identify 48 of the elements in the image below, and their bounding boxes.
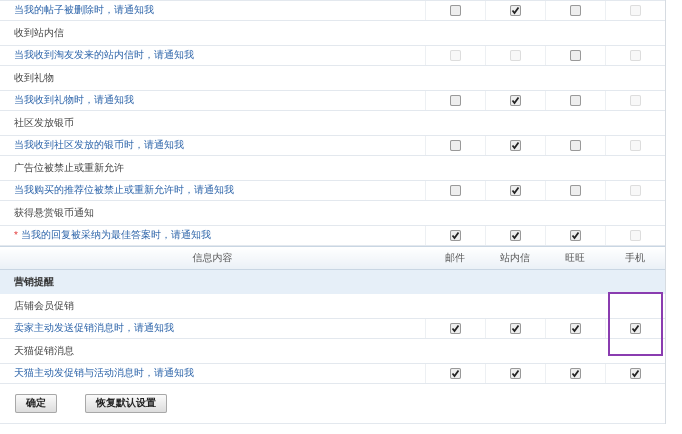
checkbox[interactable] bbox=[450, 185, 461, 196]
checkbox[interactable] bbox=[510, 5, 521, 16]
checkbox[interactable] bbox=[570, 368, 581, 379]
group-label: 收到礼物 bbox=[14, 72, 54, 86]
checkbox[interactable] bbox=[510, 95, 521, 106]
checkbox[interactable] bbox=[450, 5, 461, 16]
option-text: 当我收到社区发放的银币时，请通知我 bbox=[14, 138, 184, 153]
checkbox[interactable] bbox=[510, 140, 521, 151]
checkbox[interactable] bbox=[510, 323, 521, 334]
group-label: 获得悬赏银币通知 bbox=[14, 206, 94, 220]
group-label: 店铺会员促销 bbox=[14, 300, 74, 314]
checkbox[interactable] bbox=[570, 230, 581, 241]
group-label: 收到站内信 bbox=[14, 26, 64, 40]
form-button[interactable]: 确定 bbox=[15, 394, 57, 413]
section-title: 营销提醒 bbox=[14, 276, 54, 290]
option-text: 当我收到礼物时，请通知我 bbox=[14, 94, 134, 108]
checkbox[interactable] bbox=[570, 185, 581, 196]
checkbox[interactable] bbox=[450, 230, 461, 241]
checkbox[interactable] bbox=[570, 323, 581, 334]
option-text: 天猫主动发促销与活动消息时，请通知我 bbox=[14, 366, 194, 381]
option-text: 卖家主动发送促销消息时，请通知我 bbox=[14, 322, 174, 336]
checkbox[interactable] bbox=[510, 368, 521, 379]
option-text: 当我的回复被采纳为最佳答案时，请通知我 bbox=[20, 228, 211, 243]
checkbox[interactable] bbox=[450, 95, 461, 106]
checkbox[interactable] bbox=[450, 323, 461, 334]
group-label: 广告位被禁止或重新允许 bbox=[14, 162, 124, 176]
checkbox[interactable] bbox=[510, 185, 521, 196]
column-header: 手机 bbox=[625, 252, 645, 266]
checkbox[interactable] bbox=[570, 5, 581, 16]
column-header: 站内信 bbox=[500, 252, 530, 266]
option-text: 当我收到淘友发来的站内信时，请通知我 bbox=[14, 48, 194, 63]
column-header: 旺旺 bbox=[565, 252, 585, 266]
option-text: 当我的帖子被删除时，请通知我 bbox=[14, 4, 154, 18]
column-header: 邮件 bbox=[445, 252, 465, 266]
checkbox[interactable] bbox=[630, 368, 641, 379]
form-button[interactable]: 恢复默认设置 bbox=[85, 394, 167, 413]
group-label: 社区发放银币 bbox=[14, 116, 74, 130]
required-mark: * bbox=[14, 229, 18, 243]
option-text: 当我购买的推荐位被禁止或重新允许时，请通知我 bbox=[14, 184, 234, 198]
checkbox[interactable] bbox=[510, 230, 521, 241]
checkbox[interactable] bbox=[570, 140, 581, 151]
checkbox[interactable] bbox=[570, 50, 581, 61]
checkbox[interactable] bbox=[450, 368, 461, 379]
group-label: 天猫促销消息 bbox=[14, 344, 74, 358]
checkbox[interactable] bbox=[630, 323, 641, 334]
column-header: 信息内容 bbox=[192, 252, 232, 266]
checkbox[interactable] bbox=[570, 95, 581, 106]
checkbox[interactable] bbox=[450, 140, 461, 151]
